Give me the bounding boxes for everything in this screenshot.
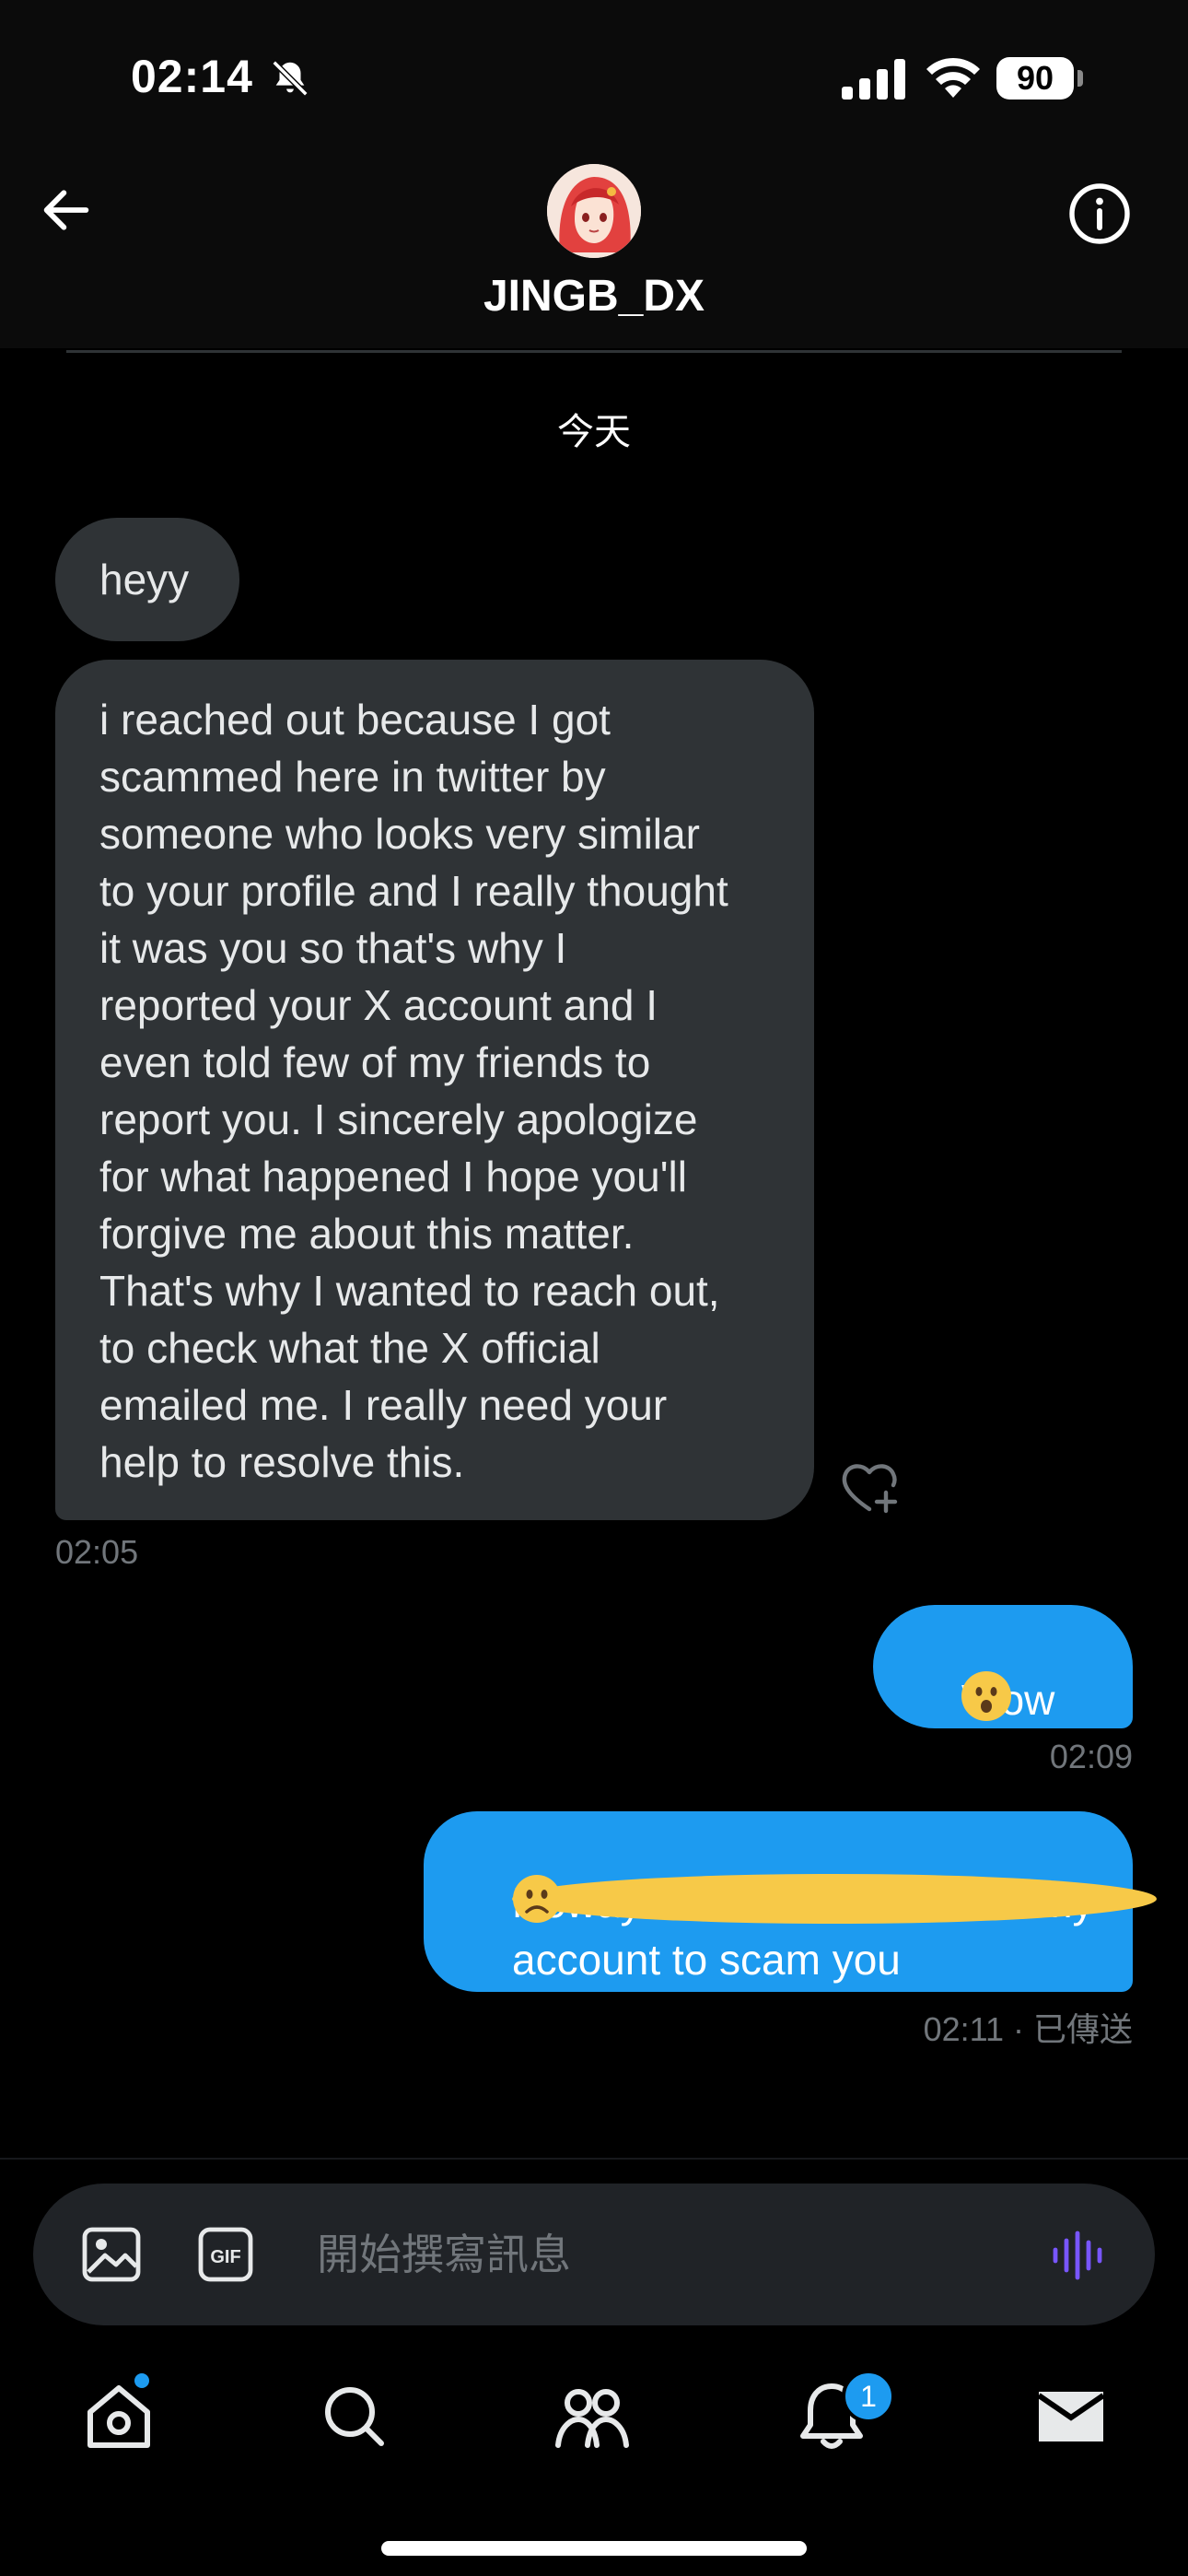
gif-label: GIF	[210, 2247, 240, 2267]
arrow-left-icon[interactable]	[37, 181, 96, 240]
bell-off-icon	[272, 60, 309, 97]
date-separator: 今天	[557, 412, 631, 452]
home-indicator	[381, 2541, 807, 2556]
conversation-username[interactable]: JINGB_DX	[0, 271, 1188, 322]
messages-icon[interactable]	[1030, 2379, 1112, 2453]
avatar[interactable]	[547, 164, 641, 258]
message-timestamp: 02:09	[1049, 1738, 1133, 1775]
message-text: heyy	[99, 556, 190, 603]
home-icon[interactable]	[77, 2379, 160, 2453]
voice-message-icon[interactable]	[1050, 2228, 1105, 2283]
react-heart-plus-icon[interactable]	[840, 1459, 901, 1516]
message-bubble-incoming[interactable]: i reached out because I got scammed here…	[55, 660, 814, 1520]
info-circle-icon[interactable]	[1066, 181, 1133, 247]
gif-icon[interactable]: GIF	[197, 2226, 254, 2283]
communities-icon[interactable]	[551, 2379, 634, 2453]
avatar-image	[547, 164, 641, 258]
battery-nub	[1077, 70, 1083, 87]
message-bubble-outgoing[interactable]: Noway that someone faked my account to s…	[424, 1811, 1157, 1992]
status-time: 02:14	[131, 51, 253, 102]
header-divider	[66, 350, 1122, 353]
image-icon[interactable]	[81, 2226, 142, 2283]
cellular-signal-icon	[842, 59, 905, 100]
message-input[interactable]	[315, 2215, 1000, 2294]
home-unread-dot	[134, 2373, 149, 2388]
frowning-face-emoji	[512, 1874, 1157, 1924]
hushed-face-emoji	[961, 1671, 1011, 1721]
timestamp-separator: ·	[1003, 2010, 1033, 2048]
battery-indicator: 90	[996, 57, 1074, 100]
composer-divider	[0, 2158, 1188, 2160]
message-timestamp: 02:11	[923, 2010, 1004, 2048]
notification-badge: 1	[842, 2370, 895, 2423]
message-text: i reached out because I got scammed here…	[99, 696, 728, 1486]
message-timestamp: 02:05	[55, 1533, 139, 1571]
message-status: 已傳送	[1032, 2010, 1133, 2048]
message-bubble-incoming[interactable]: heyy	[55, 518, 239, 641]
message-timestamp-status: 02:11 · 已傳送	[924, 2003, 1133, 2051]
wifi-icon	[926, 57, 980, 98]
message-bubble-outgoing[interactable]: Wow	[873, 1605, 1133, 1728]
search-icon[interactable]	[313, 2379, 396, 2453]
